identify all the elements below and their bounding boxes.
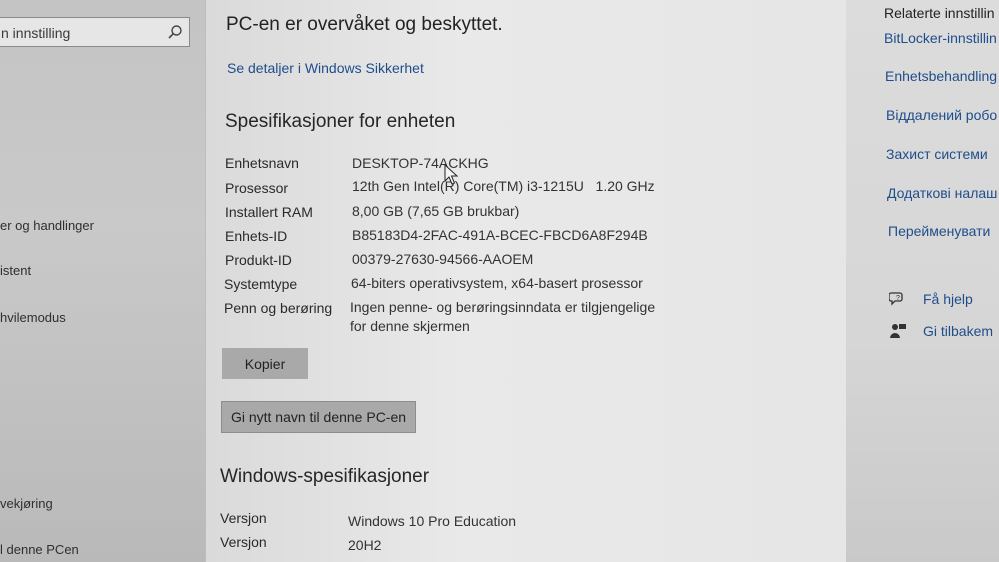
spec-value-ram: 8,00 GB (7,65 GB brukbar) <box>352 203 520 219</box>
related-settings-heading: Relaterte innstillin <box>884 5 995 21</box>
win-value-version: 20H2 <box>348 537 382 553</box>
spec-value-system-type: 64-biters operativsystem, x64-basert pro… <box>351 275 643 291</box>
related-link-rename[interactable]: Перейменувати <box>888 223 990 239</box>
win-value-edition: Windows 10 Pro Education <box>348 513 517 529</box>
sidebar-item-sleep[interactable]: hvilemodus <box>0 310 66 325</box>
sidebar-item-notifications[interactable]: er og handlinger <box>0 218 94 233</box>
device-specs-heading: Spesifikasjoner for enheten <box>225 111 456 132</box>
spec-label-device-name: Enhetsnavn <box>225 155 299 171</box>
svg-text:?: ? <box>896 295 900 302</box>
main-content: PC-en er overvåket og beskyttet. Se deta… <box>206 0 846 562</box>
status-title: PC-en er overvåket og beskyttet. <box>226 14 503 35</box>
spec-value-device-name: DESKTOP-74ACKHG <box>352 155 489 171</box>
search-placeholder: n innstilling <box>1 25 71 41</box>
related-link-system-protection[interactable]: Захист системи <box>886 146 988 162</box>
feedback-icon <box>890 324 906 338</box>
spec-label-ram: Installert RAM <box>225 204 313 220</box>
related-link-bitlocker[interactable]: BitLocker-innstillin <box>884 30 997 46</box>
win-label-version: Versjon <box>220 534 267 550</box>
spec-label-pen-touch: Penn og berøring <box>224 300 333 316</box>
related-link-device-manager[interactable]: Enhetsbehandling <box>885 68 997 84</box>
rename-pc-button[interactable]: Gi nytt navn til denne PC-en <box>221 401 416 433</box>
related-settings-panel: Relaterte innstillin BitLocker-innstilli… <box>846 0 999 562</box>
search-icon[interactable] <box>167 24 183 40</box>
mouse-cursor-icon <box>444 164 459 185</box>
spec-value-pen-touch: Ingen penne- og berøringsinndata er tilg… <box>350 299 656 315</box>
windows-specs-heading: Windows-spesifikasjoner <box>220 466 430 487</box>
spec-value-product-id: 00379-27630-94566-AAOEM <box>352 251 534 267</box>
related-link-advanced-settings[interactable]: Додаткові налаш <box>887 185 997 201</box>
help-icon: ? <box>889 292 903 306</box>
spec-label-product-id: Produkt-ID <box>225 252 292 268</box>
spec-value-pen-touch-line2: for denne skjermen <box>350 318 470 334</box>
copy-button[interactable]: Kopier <box>222 348 308 379</box>
settings-sidebar: n innstilling er og handlinger istent hv… <box>0 0 206 562</box>
related-link-remote-desktop[interactable]: Віддалений робо <box>886 107 997 123</box>
search-input[interactable]: n innstilling <box>0 17 190 47</box>
security-details-link[interactable]: Se detaljer i Windows Sikkerhet <box>227 60 424 76</box>
sidebar-item-focus-assist[interactable]: istent <box>0 263 31 278</box>
spec-value-device-id: B85183D4-2FAC-491A-BCEC-FBCD6A8F294B <box>352 227 648 243</box>
get-help-link[interactable]: Få hjelp <box>923 291 973 307</box>
spec-label-processor: Prosessor <box>225 180 289 196</box>
give-feedback-link[interactable]: Gi tilbakem <box>923 323 993 339</box>
spec-label-device-id: Enhets-ID <box>225 228 288 244</box>
win-label-edition: Versjon <box>220 510 267 526</box>
sidebar-item-about[interactable]: l denne PCen <box>0 542 79 557</box>
sidebar-item-projecting[interactable]: vekjøring <box>0 496 53 511</box>
spec-value-processor: 12th Gen Intel(R) Core(TM) i3-1215U 1.20… <box>352 178 655 194</box>
spec-label-system-type: Systemtype <box>224 276 298 292</box>
